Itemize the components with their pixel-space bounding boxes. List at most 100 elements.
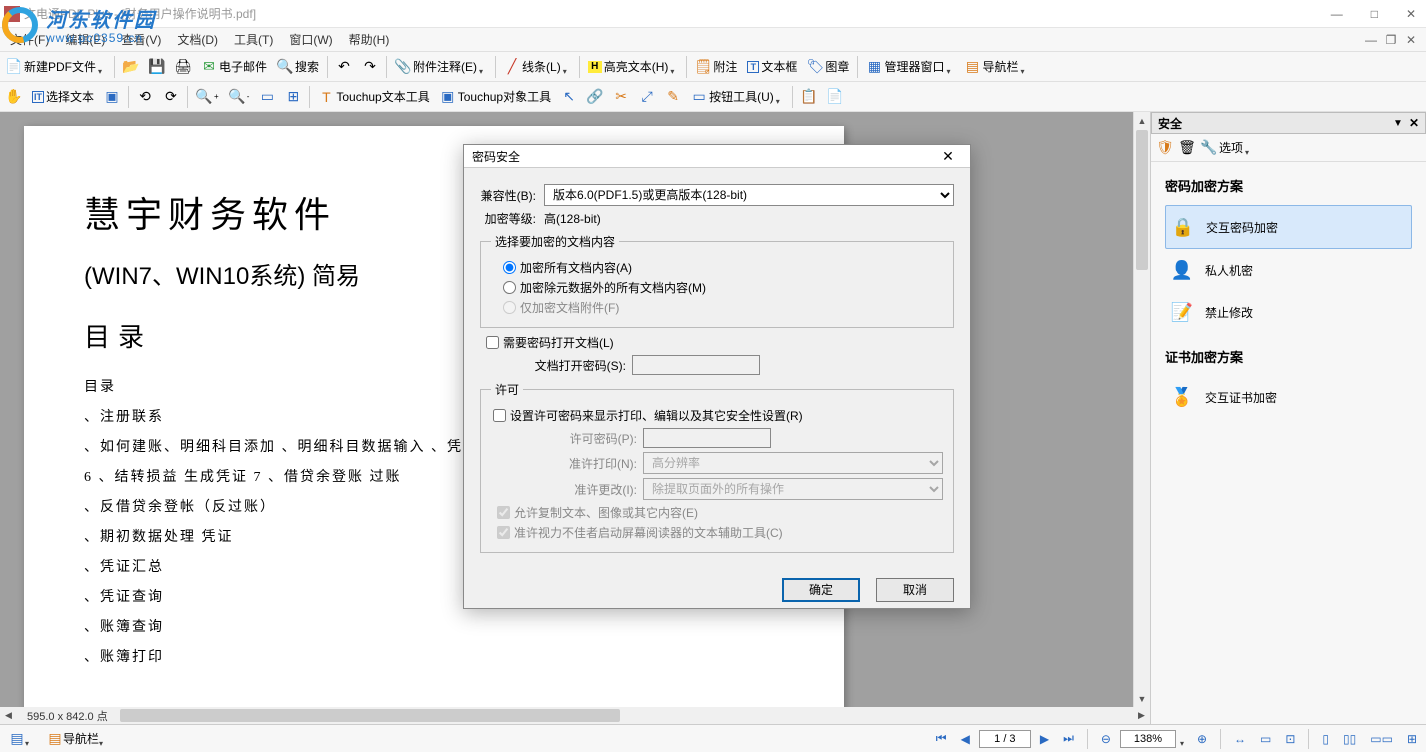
security-scheme-item[interactable]: 👤私人机密 — [1165, 249, 1412, 291]
button-tool-button[interactable]: ▭按钮工具(U) — [687, 85, 788, 109]
rotate-ccw-button[interactable]: ⟲ — [133, 85, 157, 109]
scroll-right-button[interactable]: ▶ — [1133, 707, 1150, 724]
menu-file[interactable]: 文件(F) — [2, 29, 57, 50]
dialog-close-button[interactable]: ✕ — [934, 145, 962, 167]
prev-page-button[interactable]: ◀ — [956, 728, 975, 750]
password-section-heading: 密码加密方案 — [1165, 176, 1412, 195]
fit-width-button[interactable]: ↔ — [1229, 728, 1251, 750]
undo-button[interactable]: ↶ — [332, 55, 356, 79]
mdi-close-button[interactable]: ✕ — [1404, 33, 1418, 47]
menu-window[interactable]: 窗口(W) — [281, 29, 340, 50]
touchup-text-button[interactable]: TTouchup文本工具 — [314, 85, 433, 109]
scroll-left-button[interactable]: ◀ — [0, 707, 17, 724]
mdi-minimize-button[interactable]: — — [1364, 33, 1378, 47]
save-button[interactable]: 💾 — [145, 55, 169, 79]
email-button[interactable]: ✉电子邮件 — [197, 55, 271, 79]
facing-button[interactable]: ▭▭ — [1365, 728, 1398, 750]
security-scheme-item[interactable]: 📝禁止修改 — [1165, 291, 1412, 333]
actual-size-button[interactable]: ⊡ — [1280, 728, 1300, 750]
page-layout-button[interactable]: ▤ — [4, 728, 38, 750]
marquee-zoom-button[interactable]: ▭ — [255, 85, 279, 109]
horizontal-scrollbar[interactable]: ◀ 595.0 x 842.0 点 ▶ — [0, 707, 1150, 724]
link-tool-button[interactable]: 🔗 — [583, 85, 607, 109]
minimize-button[interactable]: — — [1325, 5, 1349, 23]
continuous-facing-button[interactable]: ⊞ — [1402, 728, 1422, 750]
page-input[interactable] — [979, 730, 1031, 748]
dialog-titlebar[interactable]: 密码安全 ✕ — [464, 145, 970, 168]
last-page-button[interactable]: ⏭ — [1058, 728, 1079, 750]
menu-tools[interactable]: 工具(T) — [226, 29, 281, 50]
single-page-button[interactable]: ▯ — [1317, 728, 1334, 750]
rotate-cw-button[interactable]: ⟳ — [159, 85, 183, 109]
search-button[interactable]: 🔍搜索 — [273, 55, 323, 79]
cancel-button[interactable]: 取消 — [876, 578, 954, 602]
set-permissions-checkbox[interactable] — [493, 409, 506, 422]
encrypt-attachments-radio — [503, 301, 516, 314]
menu-document[interactable]: 文档(D) — [169, 29, 226, 50]
shield-icon[interactable]: 🛡 — [1157, 140, 1173, 156]
menu-view[interactable]: 查看(V) — [113, 29, 169, 50]
continuous-button[interactable]: ▯▯ — [1338, 728, 1361, 750]
mdi-restore-button[interactable]: ❐ — [1384, 33, 1398, 47]
cert-section-heading: 证书加密方案 — [1165, 347, 1412, 366]
options-menu-button[interactable]: 🔧选项 — [1201, 139, 1253, 156]
navbar-status-button[interactable]: ▤导航栏 — [42, 728, 112, 750]
zoom-input[interactable] — [1120, 730, 1176, 748]
open-button[interactable]: 📂 — [119, 55, 143, 79]
zoom-in-status-button[interactable]: ⊕ — [1192, 728, 1212, 750]
allow-print-label: 准许打印(N): — [515, 455, 637, 472]
touchup-object-button[interactable]: ▣Touchup对象工具 — [436, 85, 555, 109]
next-page-button[interactable]: ▶ — [1035, 728, 1054, 750]
zoom-out-status-button[interactable]: ⊖ — [1096, 728, 1116, 750]
menu-help[interactable]: 帮助(H) — [341, 29, 398, 50]
hscroll-thumb[interactable] — [120, 709, 620, 722]
encrypt-content-fieldset: 选择要加密的文档内容 加密所有文档内容(A) 加密除元数据外的所有文档内容(M)… — [480, 233, 954, 328]
paste-button[interactable]: 📄 — [823, 85, 847, 109]
scroll-down-button[interactable]: ▼ — [1134, 690, 1150, 707]
maximize-button[interactable]: □ — [1365, 5, 1384, 23]
scroll-up-button[interactable]: ▲ — [1134, 112, 1150, 129]
redo-button[interactable]: ↷ — [358, 55, 382, 79]
new-pdf-button[interactable]: 📄新建PDF文件 — [2, 55, 110, 79]
highlight-button[interactable]: H高亮文本(H) — [584, 55, 683, 79]
compatibility-select[interactable]: 版本6.0(PDF1.5)或更高版本(128-bit) — [544, 184, 954, 206]
fit-page-status-button[interactable]: ▭ — [1255, 728, 1276, 750]
menu-edit[interactable]: 编辑(E) — [57, 29, 113, 50]
print-button[interactable]: 🖨 — [171, 55, 195, 79]
panel-close-button[interactable]: ✕ — [1409, 116, 1419, 130]
security-scheme-item[interactable]: 🔒交互密码加密 — [1165, 205, 1412, 249]
navbar-toggle-button[interactable]: ▤导航栏 — [960, 55, 1032, 79]
select-text-button[interactable]: IT选择文本 — [28, 85, 98, 109]
scroll-thumb[interactable] — [1136, 130, 1148, 270]
certificate-icon: 🏅 — [1169, 384, 1195, 410]
fit-page-button[interactable]: ⊞ — [281, 85, 305, 109]
snapshot-button[interactable]: ▣ — [100, 85, 124, 109]
allow-change-select: 除提取页面外的所有操作 — [643, 478, 943, 500]
trash-icon[interactable]: 🗑 — [1179, 140, 1195, 156]
security-scheme-item[interactable]: 🏅交互证书加密 — [1165, 376, 1412, 418]
manager-window-button[interactable]: ▦管理器窗口 — [862, 55, 958, 79]
encrypt-except-meta-radio[interactable] — [503, 281, 516, 294]
line-tool-button[interactable]: ╱线条(L) — [500, 55, 575, 79]
copy-button[interactable]: 📋 — [797, 85, 821, 109]
close-button[interactable]: ✕ — [1400, 5, 1422, 23]
textbox-button[interactable]: T文本框 — [743, 55, 801, 79]
vertical-scrollbar[interactable]: ▲ ▼ — [1133, 112, 1150, 707]
zoom-dropdown[interactable] — [1180, 735, 1188, 743]
zoom-in-button[interactable]: 🔍+ — [192, 85, 223, 109]
hand-tool-button[interactable]: ✋ — [2, 85, 26, 109]
pen-tool-button[interactable]: ✎ — [661, 85, 685, 109]
stamp-button[interactable]: 🏷图章 — [803, 55, 853, 79]
app-icon — [4, 6, 20, 22]
require-open-password-checkbox[interactable] — [486, 336, 499, 349]
sticky-note-button[interactable]: 🗒附注 — [691, 55, 741, 79]
zoom-out-button[interactable]: 🔍- — [225, 85, 254, 109]
ok-button[interactable]: 确定 — [782, 578, 860, 602]
encrypt-all-radio[interactable] — [503, 261, 516, 274]
arrow-tool-button[interactable]: ↖ — [557, 85, 581, 109]
crop-tool-button[interactable]: ✂ — [609, 85, 633, 109]
attach-comment-button[interactable]: 📎附件注释(E) — [391, 55, 491, 79]
move-tool-button[interactable]: ⤢ — [635, 85, 659, 109]
first-page-button[interactable]: ⏮ — [931, 728, 952, 750]
panel-header[interactable]: 安全 ▼ ✕ — [1151, 112, 1426, 134]
